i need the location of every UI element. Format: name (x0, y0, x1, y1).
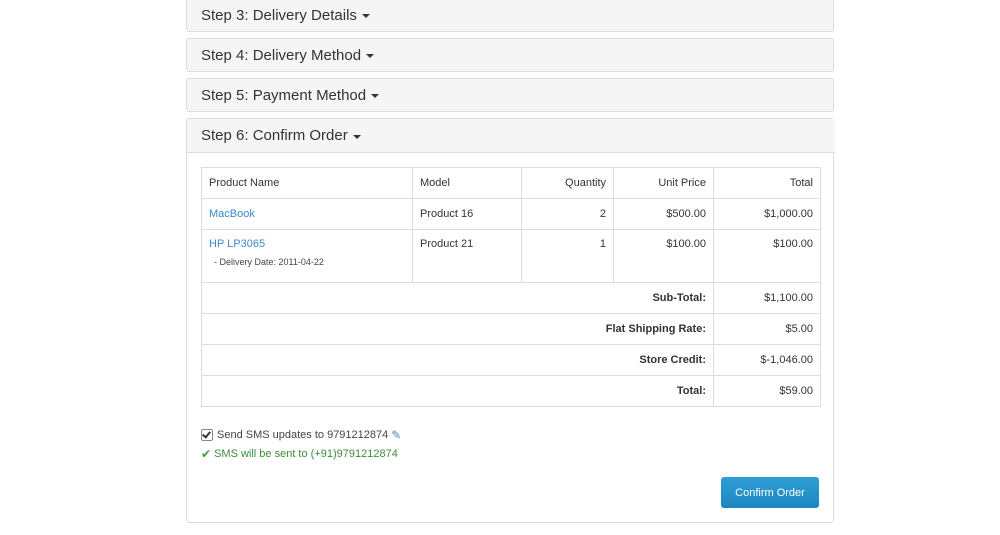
quantity-cell: 2 (521, 198, 614, 230)
unit-price-cell: $100.00 (613, 229, 714, 283)
step-6-title: Step 6: Confirm Order (201, 127, 348, 144)
confirm-order-body: Product Name Model Quantity Unit Price T… (187, 153, 833, 522)
table-row: MacBook Product 16 2 $500.00 $1,000.00 (201, 198, 821, 230)
col-product-name: Product Name (201, 167, 413, 199)
caret-down-icon (371, 94, 380, 98)
totals-label: Store Credit: (201, 344, 714, 376)
order-table: Product Name Model Quantity Unit Price T… (201, 167, 821, 407)
table-row: HP LP3065 - Delivery Date: 2011-04-22 Pr… (201, 229, 821, 283)
confirm-order-button[interactable]: Confirm Order (721, 477, 819, 508)
totals-label: Total: (201, 375, 714, 407)
product-cell: HP LP3065 - Delivery Date: 2011-04-22 (201, 229, 413, 283)
totals-value: $1,100.00 (713, 282, 821, 314)
step-6-header[interactable]: Step 6: Confirm Order (187, 119, 835, 153)
step-6-panel: Step 6: Confirm Order Product Name Model… (186, 118, 835, 523)
sms-label: Send SMS updates to 9791212874 (217, 429, 389, 441)
model-cell: Product 21 (412, 229, 522, 283)
step-5-header[interactable]: Step 5: Payment Method (186, 78, 834, 112)
step-3-header[interactable]: Step 3: Delivery Details (186, 0, 834, 32)
totals-row: Total: $59.00 (201, 375, 821, 407)
totals-label: Sub-Total: (201, 282, 714, 314)
totals-row: Sub-Total: $1,100.00 (201, 282, 821, 314)
col-quantity: Quantity (521, 167, 614, 199)
checkout-accordion: Step 3: Delivery Details Step 4: Deliver… (186, 0, 835, 523)
step-5-title: Step 5: Payment Method (201, 86, 367, 104)
delivery-date-note: - Delivery Date: 2011-04-22 (214, 257, 324, 267)
step-4-title: Step 4: Delivery Method (201, 46, 362, 64)
step-4-header[interactable]: Step 4: Delivery Method (186, 38, 834, 72)
col-total: Total (713, 167, 821, 199)
sms-checkbox[interactable] (201, 429, 213, 441)
table-header-row: Product Name Model Quantity Unit Price T… (201, 167, 821, 199)
totals-value: $-1,046.00 (713, 344, 821, 376)
product-link[interactable]: HP LP3065 (209, 238, 265, 250)
step-3-title: Step 3: Delivery Details (201, 6, 357, 24)
sms-confirmation: ✔ SMS will be sent to (+91)9791212874 (201, 447, 819, 461)
totals-value: $5.00 (713, 313, 821, 345)
col-model: Model (412, 167, 522, 199)
sms-option: Send SMS updates to 9791212874 ✎ (201, 428, 819, 442)
col-unit-price: Unit Price (613, 167, 714, 199)
totals-row: Flat Shipping Rate: $5.00 (201, 313, 821, 345)
unit-price-cell: $500.00 (613, 198, 714, 230)
total-cell: $1,000.00 (713, 198, 821, 230)
sms-sent-text: SMS will be sent to (+91)9791212874 (214, 448, 398, 460)
product-cell: MacBook (201, 198, 413, 230)
check-icon: ✔ (201, 447, 212, 461)
caret-down-icon (361, 14, 370, 18)
totals-row: Store Credit: $-1,046.00 (201, 344, 821, 376)
product-link[interactable]: MacBook (209, 208, 255, 220)
quantity-cell: 1 (521, 229, 614, 283)
totals-label: Flat Shipping Rate: (201, 313, 714, 345)
total-cell: $100.00 (713, 229, 821, 283)
caret-down-icon (366, 54, 375, 58)
pencil-icon[interactable]: ✎ (391, 428, 401, 442)
button-row: Confirm Order (201, 477, 819, 508)
caret-down-icon (352, 134, 361, 139)
model-cell: Product 16 (412, 198, 522, 230)
totals-value: $59.00 (713, 375, 821, 407)
